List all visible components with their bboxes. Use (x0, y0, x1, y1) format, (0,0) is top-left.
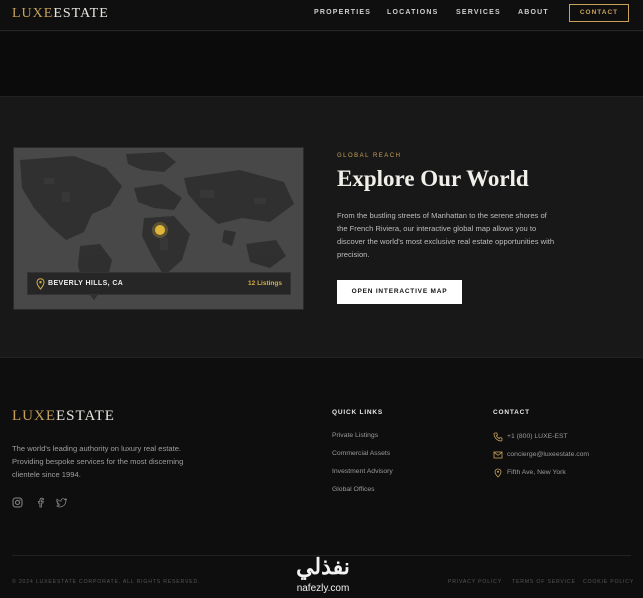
contact-phone-text: +1 (800) LUXE-EST (507, 433, 568, 440)
quick-links-heading: QUICK LINKS (332, 409, 384, 416)
map-location-marker[interactable] (155, 225, 165, 235)
section-description: From the bustling streets of Manhattan t… (337, 211, 555, 259)
footer-link-investment-advisory[interactable]: Investment Advisory (332, 468, 393, 475)
nav-link-about[interactable]: ABOUT (518, 9, 549, 16)
location-card[interactable]: BEVERLY HILLS, CA 12 Listings (27, 272, 291, 295)
watermark: نفذلي nafezly.com (282, 554, 364, 596)
location-city: BEVERLY HILLS, CA (48, 280, 124, 287)
logo-part-estate: ESTATE (53, 6, 109, 21)
nav-link-properties[interactable]: PROPERTIES (314, 9, 371, 16)
copyright-text: © 2024 LUXEESTATE CORPORATE. ALL RIGHTS … (12, 579, 201, 585)
footer-logo[interactable]: LUXEESTATE (12, 408, 115, 425)
contact-address-text: Fifth Ave, New York (507, 469, 566, 476)
open-interactive-map-button[interactable]: OPEN INTERACTIVE MAP (337, 280, 462, 304)
listing-count: 12 Listings (248, 280, 282, 287)
footer-link-global-offices[interactable]: Global Offices (332, 486, 375, 493)
section-eyebrow: GLOBAL REACH (337, 153, 402, 159)
location-pin-icon (36, 278, 45, 290)
nav-link-locations[interactable]: LOCATIONS (387, 9, 439, 16)
site-logo[interactable]: LUXEESTATE (12, 6, 109, 22)
contact-email-text: concierge@luxeestate.com (507, 451, 590, 458)
top-navigation: LUXEESTATE PROPERTIES LOCATIONS SERVICES… (0, 0, 643, 31)
cookie-policy-link[interactable]: COOKIE POLICY (583, 579, 634, 585)
twitter-icon[interactable] (56, 497, 67, 508)
footer-logo-part-estate: ESTATE (56, 408, 115, 424)
world-map[interactable]: BEVERLY HILLS, CA 12 Listings (13, 147, 304, 310)
location-pin-icon (494, 468, 502, 478)
privacy-policy-link[interactable]: PRIVACY POLICY (448, 579, 502, 585)
instagram-icon[interactable] (12, 497, 23, 508)
section-title: Explore Our World (337, 166, 529, 191)
footer-tagline: The world's leading authority on luxury … (12, 444, 184, 479)
phone-icon (493, 432, 503, 442)
contact-button[interactable]: CONTACT (569, 4, 629, 22)
facebook-icon[interactable] (35, 497, 46, 508)
footer-link-private-listings[interactable]: Private Listings (332, 432, 378, 439)
nav-link-services[interactable]: SERVICES (456, 9, 501, 16)
mail-icon (493, 451, 503, 459)
logo-part-luxe: LUXE (12, 6, 54, 21)
footer-link-commercial-assets[interactable]: Commercial Assets (332, 450, 390, 457)
explore-section: BEVERLY HILLS, CA 12 Listings GLOBAL REA… (0, 96, 643, 358)
watermark-domain: nafezly.com (296, 583, 350, 594)
hero-spacer (0, 32, 643, 96)
contact-heading: CONTACT (493, 409, 530, 416)
terms-of-service-link[interactable]: TERMS OF SERVICE (512, 579, 576, 585)
footer-logo-part-luxe: LUXE (12, 408, 56, 424)
watermark-arabic: نفذلي (296, 554, 350, 579)
